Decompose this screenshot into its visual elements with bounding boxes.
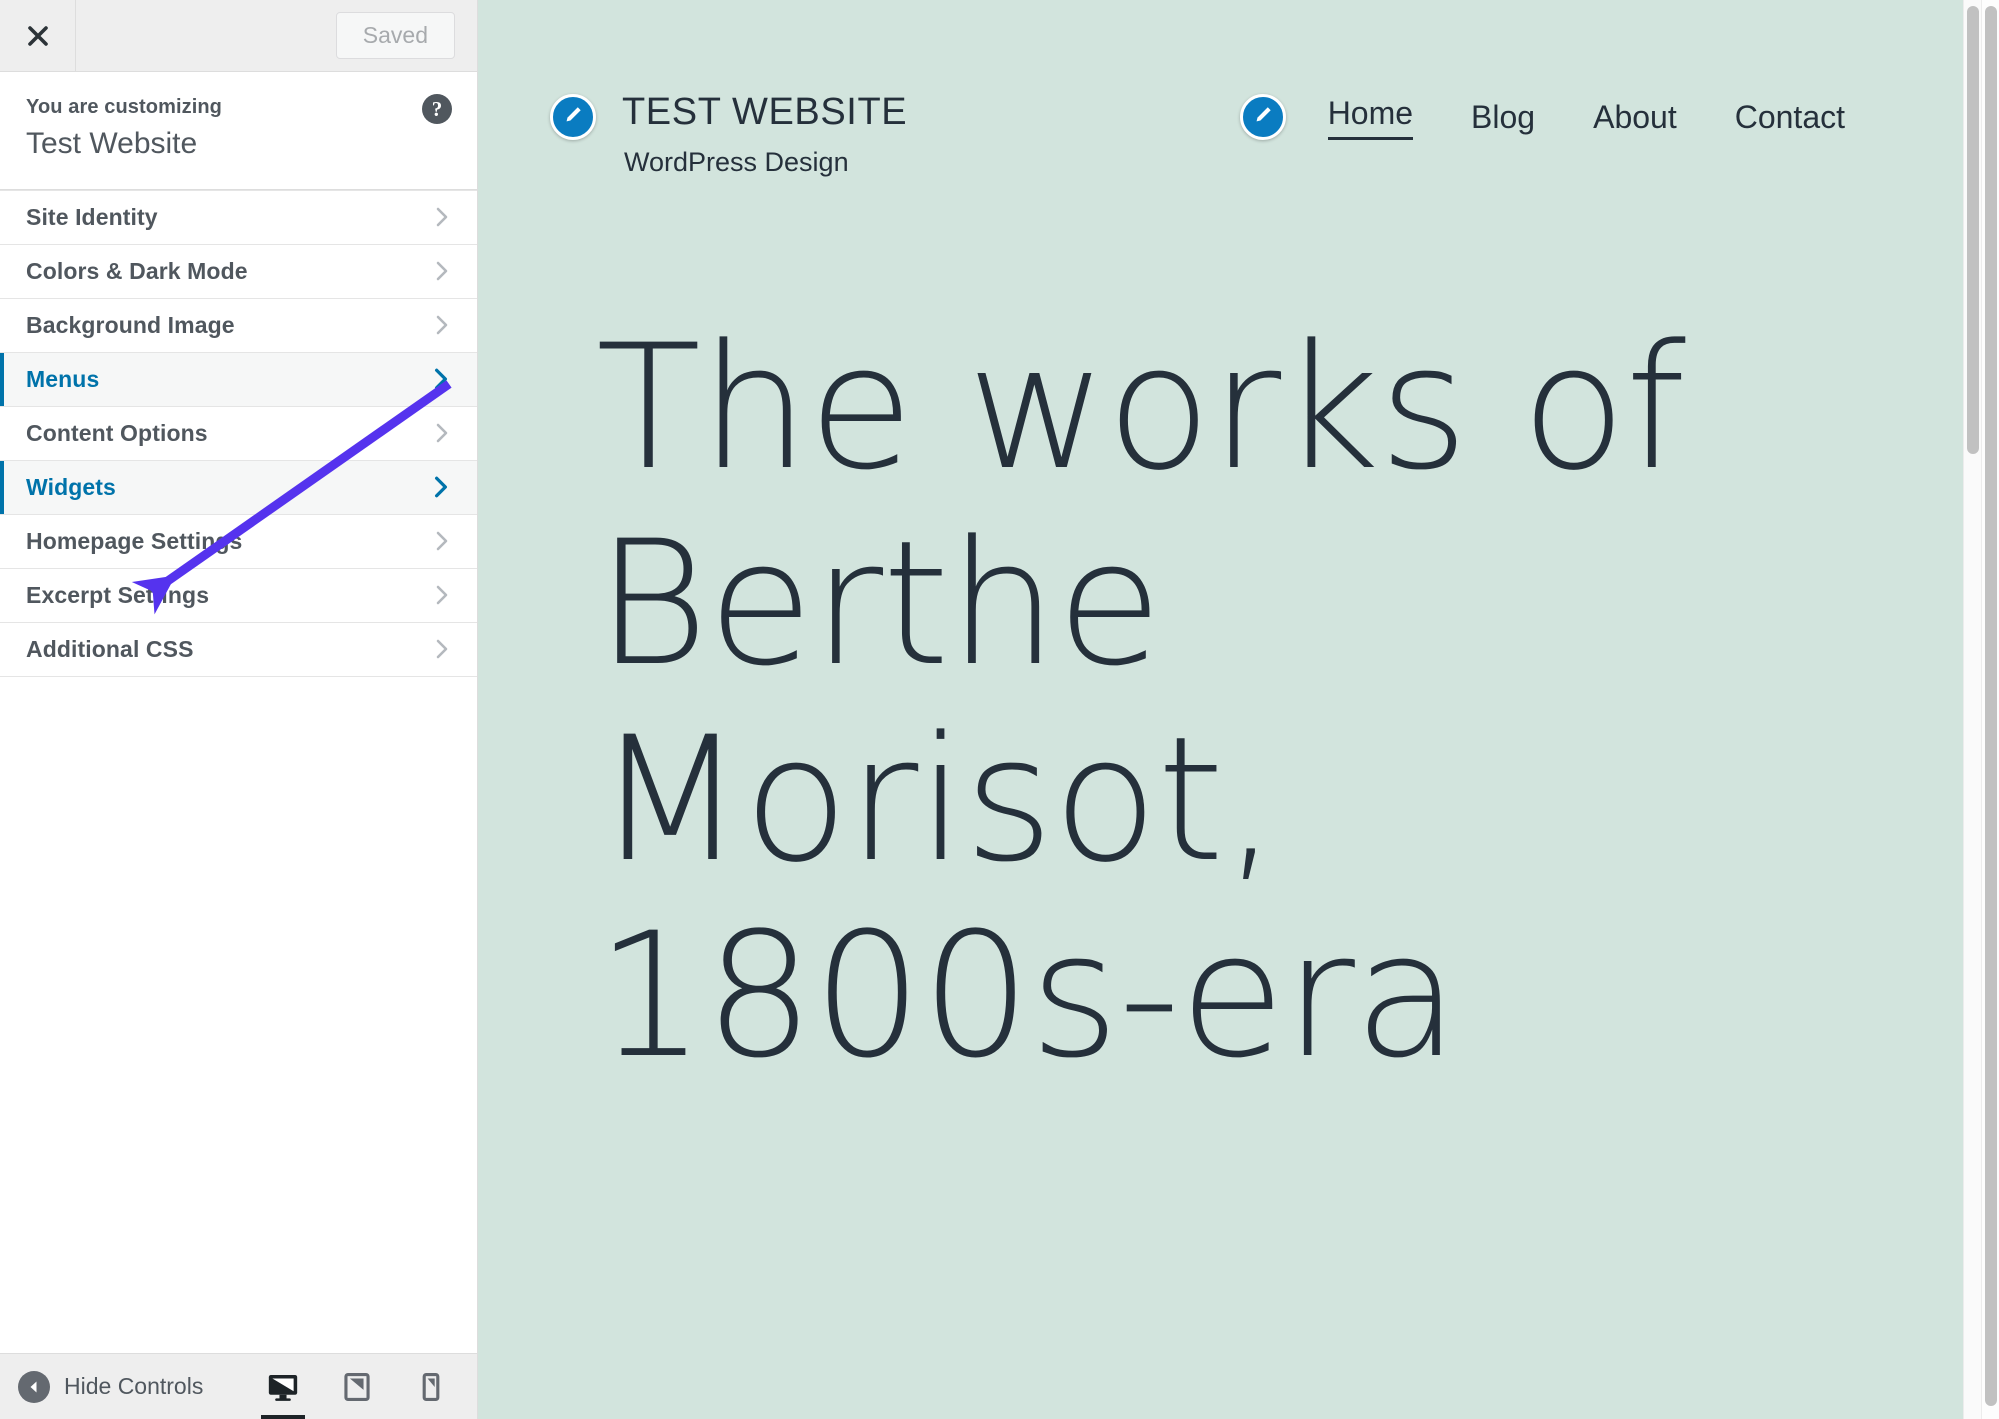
desktop-icon [266, 1370, 300, 1404]
save-button[interactable]: Saved [335, 11, 455, 60]
chevron-right-icon [431, 260, 453, 282]
chevron-right-icon [429, 475, 453, 499]
customizer-panel: Saved You are customizing Test Website ?… [0, 0, 478, 1419]
sidebar-item-homepage-settings[interactable]: Homepage Settings [0, 514, 477, 569]
sidebar-item-label: Background Image [26, 311, 235, 338]
sidebar-item-label: Widgets [26, 473, 116, 500]
site-navigation-wrap: Home Blog About Contact [1239, 92, 1963, 141]
hero-section: The works of Berthe Morisot, 1800s-era [478, 178, 1963, 1094]
hide-controls-label: Hide Controls [64, 1373, 204, 1399]
window-scrollbar[interactable] [1981, 0, 1999, 1419]
collapse-arrow-icon [18, 1370, 50, 1403]
sidebar-item-widgets[interactable]: Widgets [0, 460, 477, 515]
site-preview-frame: TEST WEBSITE WordPress Design Home Blog [478, 0, 1999, 1419]
sidebar-item-content-options[interactable]: Content Options [0, 406, 477, 461]
customizer-bottombar: Hide Controls [0, 1353, 477, 1419]
device-desktop-button[interactable] [259, 1354, 307, 1419]
device-tablet-button[interactable] [333, 1354, 381, 1419]
sidebar-item-label: Colors & Dark Mode [26, 257, 248, 284]
sidebar-item-label: Menus [26, 365, 100, 392]
window-scrollbar-thumb[interactable] [1985, 6, 1997, 1406]
nav-link-blog[interactable]: Blog [1471, 98, 1535, 136]
customizer-topbar: Saved [0, 0, 477, 72]
chevron-right-icon [429, 367, 453, 391]
device-preview-switcher [259, 1354, 455, 1419]
device-mobile-button[interactable] [407, 1354, 455, 1419]
sidebar-item-colors-dark-mode[interactable]: Colors & Dark Mode [0, 244, 477, 299]
chevron-right-icon [431, 638, 453, 660]
chevron-right-icon [431, 206, 453, 228]
chevron-right-icon [431, 314, 453, 336]
primary-navigation: Home Blog About Contact [1327, 94, 1845, 141]
chevron-right-icon [431, 584, 453, 606]
help-icon[interactable]: ? [422, 94, 452, 124]
site-branding: TEST WEBSITE WordPress Design [550, 91, 907, 178]
site-title-heading: Test Website [26, 127, 198, 160]
chevron-right-icon [431, 422, 453, 444]
site-header: TEST WEBSITE WordPress Design Home Blog [478, 0, 1963, 178]
sidebar-item-label: Homepage Settings [26, 527, 243, 554]
customizer-section-list: Site Identity Colors & Dark Mode Backgro… [0, 189, 477, 1353]
sidebar-item-label: Site Identity [26, 203, 158, 230]
customizer-app: Saved You are customizing Test Website ?… [0, 0, 1999, 1419]
pencil-edit-icon [562, 104, 584, 131]
customizer-header: You are customizing Test Website ? [0, 72, 477, 190]
preview-scrollbar[interactable] [1963, 0, 1981, 1419]
sidebar-item-label: Excerpt Settings [26, 581, 210, 608]
site-title[interactable]: TEST WEBSITE [622, 91, 907, 134]
pencil-edit-icon [1252, 104, 1274, 131]
sidebar-item-label: Content Options [26, 419, 208, 446]
hero-heading: The works of Berthe Morisot, 1800s-era [596, 306, 1686, 1097]
hide-controls-button[interactable]: Hide Controls [18, 1370, 204, 1403]
site-tagline: WordPress Design [624, 146, 849, 177]
sidebar-item-background-image[interactable]: Background Image [0, 298, 477, 353]
sidebar-item-site-identity[interactable]: Site Identity [0, 190, 477, 245]
edit-menu-shortcut[interactable] [1239, 94, 1286, 141]
sidebar-item-additional-css[interactable]: Additional CSS [0, 622, 477, 677]
sidebar-item-label: Additional CSS [26, 635, 194, 662]
nav-link-contact[interactable]: Contact [1735, 98, 1845, 136]
customizing-eyebrow: You are customizing [26, 96, 223, 118]
chevron-right-icon [431, 530, 453, 552]
tablet-icon [344, 1372, 370, 1401]
edit-site-title-shortcut[interactable] [550, 94, 596, 140]
nav-link-about[interactable]: About [1593, 98, 1677, 136]
sidebar-item-excerpt-settings[interactable]: Excerpt Settings [0, 568, 477, 623]
preview-content: TEST WEBSITE WordPress Design Home Blog [478, 0, 1963, 1419]
close-customizer-button[interactable] [0, 0, 76, 71]
mobile-icon [422, 1372, 440, 1401]
close-x-icon [25, 23, 51, 49]
sidebar-item-menus[interactable]: Menus [0, 352, 477, 407]
nav-link-home[interactable]: Home [1327, 94, 1414, 141]
preview-scrollbar-thumb[interactable] [1967, 6, 1979, 454]
